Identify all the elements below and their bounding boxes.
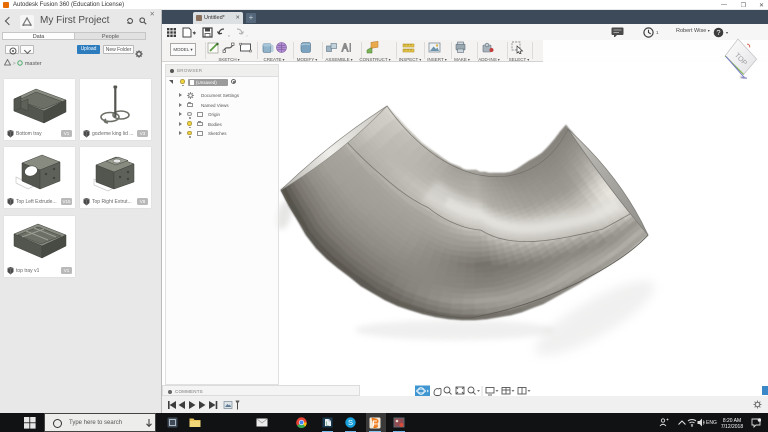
svg-text:L: L <box>326 422 329 428</box>
svg-text:F: F <box>372 420 377 429</box>
svg-text:7/12/2018: 7/12/2018 <box>721 424 743 429</box>
svg-text:S: S <box>348 418 353 427</box>
